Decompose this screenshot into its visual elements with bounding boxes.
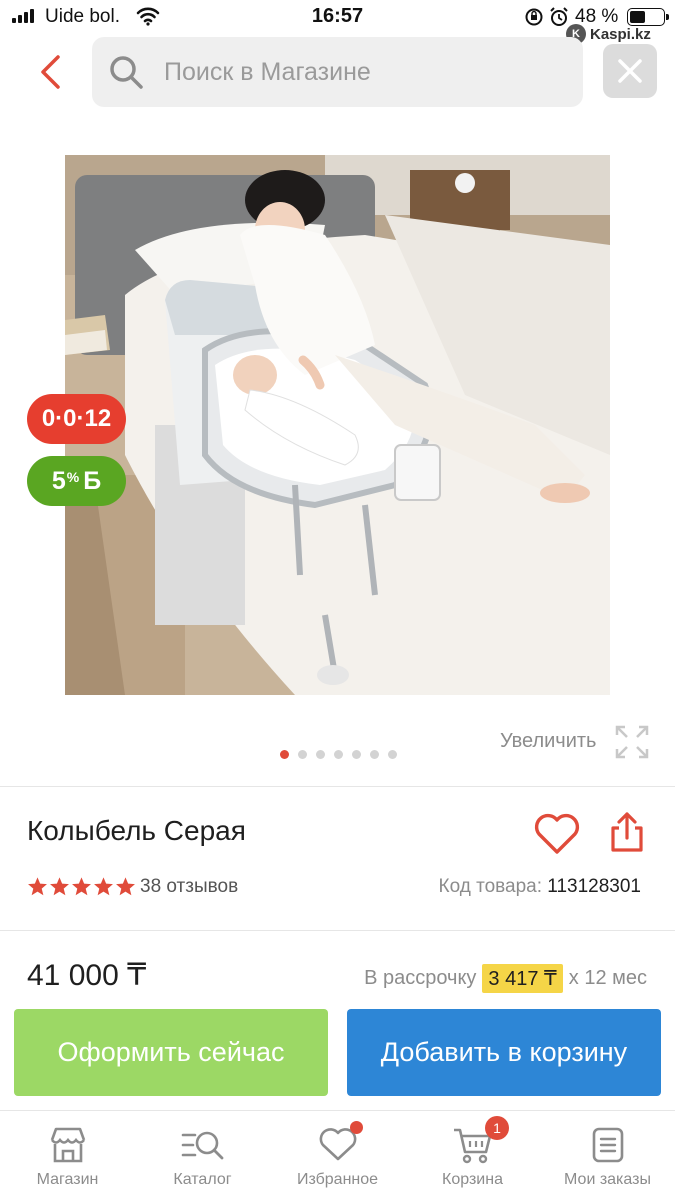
pagination-dot[interactable] bbox=[334, 750, 343, 759]
divider bbox=[0, 786, 675, 787]
tab-orders[interactable]: Мои заказы bbox=[540, 1111, 675, 1200]
tab-label: Каталог bbox=[173, 1171, 232, 1188]
battery-level bbox=[630, 11, 645, 23]
pagination-dot[interactable] bbox=[352, 750, 361, 759]
tab-shop[interactable]: Магазин bbox=[0, 1111, 135, 1200]
shop-icon bbox=[50, 1127, 85, 1163]
tab-cart[interactable]: 1 Корзина bbox=[405, 1111, 540, 1200]
search-input[interactable] bbox=[164, 37, 564, 107]
add-to-cart-button[interactable]: Добавить в корзину bbox=[347, 1009, 661, 1096]
bonus-value: 5 bbox=[51, 466, 66, 495]
installment-suffix: х 12 мес bbox=[568, 967, 647, 989]
reviews-link[interactable]: 38 отзывов bbox=[140, 876, 238, 898]
tab-label: Корзина bbox=[442, 1171, 503, 1188]
bonus-currency: Б bbox=[83, 466, 102, 495]
cart-count-badge: 1 bbox=[485, 1116, 509, 1140]
notification-dot bbox=[350, 1121, 363, 1134]
pagination-dot[interactable] bbox=[280, 750, 289, 759]
star-icon bbox=[50, 877, 69, 896]
pagination-dot[interactable] bbox=[370, 750, 379, 759]
installment-info: В рассрочку 3 417 ₸ х 12 мес bbox=[364, 964, 647, 993]
pagination-dot[interactable] bbox=[298, 750, 307, 759]
close-icon bbox=[618, 59, 642, 83]
tab-catalog[interactable]: Каталог bbox=[135, 1111, 270, 1200]
favorite-button[interactable] bbox=[533, 812, 581, 861]
back-button[interactable] bbox=[30, 50, 70, 94]
bonus-unit: % bbox=[66, 469, 80, 485]
expand-icon[interactable] bbox=[614, 724, 650, 760]
installment-badge: 0·0·12 bbox=[27, 394, 126, 444]
search-box[interactable] bbox=[92, 37, 583, 107]
divider bbox=[0, 930, 675, 931]
star-icon bbox=[28, 877, 47, 896]
star-icon bbox=[116, 877, 135, 896]
sku-label: Код товара: bbox=[438, 876, 543, 897]
chevron-left-icon bbox=[41, 55, 60, 89]
tab-favorites[interactable]: Избранное bbox=[270, 1111, 405, 1200]
product-title: Колыбель Серая bbox=[27, 815, 246, 846]
installment-prefix: В рассрочку bbox=[364, 967, 477, 989]
catalog-search-icon bbox=[181, 1131, 223, 1160]
image-pagination[interactable] bbox=[280, 750, 397, 759]
tab-bar: Магазин Каталог Избранное 1 Корзина Мои … bbox=[0, 1110, 675, 1200]
price: 41 000 ₸ bbox=[27, 959, 147, 992]
tab-label: Мои заказы bbox=[564, 1171, 651, 1188]
pagination-dot[interactable] bbox=[388, 750, 397, 759]
product-image[interactable] bbox=[65, 155, 610, 695]
bonus-badge: 5% Б bbox=[27, 456, 126, 506]
product-code: Код товара: 113128301 bbox=[439, 876, 641, 898]
star-icon bbox=[72, 877, 91, 896]
zoom-label[interactable]: Увеличить bbox=[500, 730, 596, 753]
buy-now-button[interactable]: Оформить сейчас bbox=[14, 1009, 328, 1096]
share-button[interactable] bbox=[607, 810, 647, 859]
heart-icon bbox=[534, 813, 580, 854]
rating-stars bbox=[27, 876, 136, 897]
watermark-text: Kaspi.kz bbox=[590, 25, 651, 43]
tab-label: Избранное bbox=[296, 1171, 379, 1188]
search-icon bbox=[110, 56, 143, 89]
pagination-dot[interactable] bbox=[316, 750, 325, 759]
tab-label: Магазин bbox=[36, 1171, 99, 1188]
sku-value: 113128301 bbox=[547, 876, 641, 897]
rotation-lock-icon bbox=[525, 8, 543, 26]
star-icon bbox=[94, 877, 113, 896]
share-icon bbox=[611, 812, 643, 852]
close-button[interactable] bbox=[603, 44, 657, 98]
orders-icon bbox=[592, 1127, 623, 1163]
installment-monthly: 3 417 ₸ bbox=[482, 964, 563, 993]
